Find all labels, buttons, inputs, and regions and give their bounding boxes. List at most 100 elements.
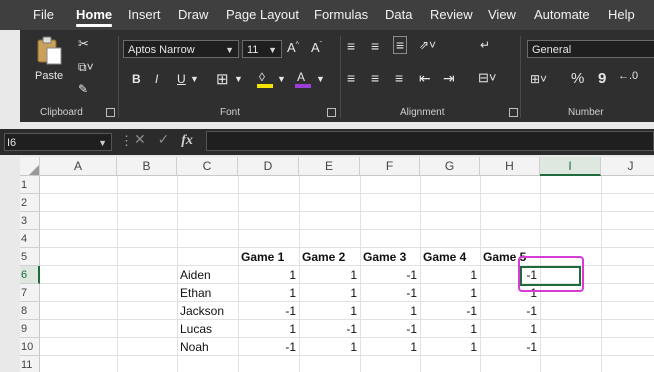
font-color-icon[interactable]: A — [294, 70, 312, 88]
align-middle-icon[interactable]: ≡ — [371, 38, 379, 54]
column-header-g[interactable]: G — [420, 157, 480, 176]
comma-style-button[interactable]: 9 — [598, 70, 606, 87]
chevron-down-icon[interactable]: ▼ — [316, 74, 325, 84]
bold-button[interactable]: B — [132, 72, 141, 86]
cell-d10[interactable]: -1 — [238, 338, 299, 356]
column-header-i[interactable]: I — [540, 157, 601, 176]
row-header-3[interactable]: 3 — [20, 212, 40, 230]
tab-home[interactable]: Home — [76, 7, 112, 22]
italic-button[interactable]: I — [155, 72, 158, 86]
cut-icon[interactable]: ✂ — [78, 36, 89, 52]
column-header-b[interactable]: B — [117, 157, 177, 176]
decrease-font-size-icon[interactable]: Aˇ — [311, 40, 322, 55]
cell-d9[interactable]: 1 — [238, 320, 299, 338]
alignment-launcher-icon[interactable] — [509, 108, 518, 117]
paste-button[interactable]: Paste — [32, 34, 66, 90]
tab-file[interactable]: File — [33, 7, 54, 22]
cell-g8[interactable]: -1 — [420, 302, 480, 320]
row-header-7[interactable]: 7 — [20, 284, 40, 302]
cell-g6[interactable]: 1 — [420, 266, 480, 284]
cell-h10[interactable]: -1 — [480, 338, 540, 356]
cell-d7[interactable]: 1 — [238, 284, 299, 302]
chevron-down-icon[interactable]: ▼ — [277, 74, 286, 84]
select-all-corner[interactable] — [20, 157, 40, 176]
fill-color-icon[interactable]: ◊ — [256, 70, 274, 88]
align-bottom-icon[interactable]: ≡ — [393, 36, 408, 54]
tab-view[interactable]: View — [488, 7, 516, 22]
cell-e10[interactable]: 1 — [299, 338, 360, 356]
tab-review[interactable]: Review — [430, 7, 473, 22]
column-header-d[interactable]: D — [238, 157, 299, 176]
cell-g10[interactable]: 1 — [420, 338, 480, 356]
row-header-2[interactable]: 2 — [20, 194, 40, 212]
cell-d5[interactable]: Game 1 — [238, 248, 299, 266]
cell-e5[interactable]: Game 2 — [299, 248, 360, 266]
tab-automate[interactable]: Automate — [534, 7, 590, 22]
cell-c8[interactable]: Jackson — [177, 302, 238, 320]
percent-style-button[interactable]: % — [571, 70, 584, 87]
font-launcher-icon[interactable] — [327, 108, 336, 117]
tab-page-layout[interactable]: Page Layout — [226, 7, 299, 22]
cell-h9[interactable]: 1 — [480, 320, 540, 338]
format-painter-icon[interactable]: ✎ — [78, 82, 88, 96]
cell-c6[interactable]: Aiden — [177, 266, 238, 284]
number-format-select[interactable]: General — [527, 40, 654, 58]
cell-h8[interactable]: -1 — [480, 302, 540, 320]
cell-g7[interactable]: 1 — [420, 284, 480, 302]
cell-f5[interactable]: Game 3 — [360, 248, 420, 266]
align-center-icon[interactable]: ≡ — [371, 70, 379, 86]
cell-c10[interactable]: Noah — [177, 338, 238, 356]
cell-f7[interactable]: -1 — [360, 284, 420, 302]
row-header-6[interactable]: 6 — [20, 266, 40, 284]
column-header-c[interactable]: C — [177, 157, 238, 176]
column-header-j[interactable]: J — [601, 157, 654, 176]
wrap-text-icon[interactable]: ↵ — [480, 38, 490, 52]
column-header-e[interactable]: E — [299, 157, 360, 176]
increase-font-size-icon[interactable]: A^ — [287, 40, 299, 55]
row-header-5[interactable]: 5 — [20, 248, 40, 266]
name-box[interactable]: I6 ▼ — [4, 133, 112, 151]
tab-draw[interactable]: Draw — [178, 7, 208, 22]
row-header-1[interactable]: 1 — [20, 176, 40, 194]
cell-f6[interactable]: -1 — [360, 266, 420, 284]
cell-f10[interactable]: 1 — [360, 338, 420, 356]
copy-icon[interactable]: ⧉˅ — [78, 60, 94, 75]
align-right-icon[interactable]: ≡ — [395, 70, 403, 86]
cell-e9[interactable]: -1 — [299, 320, 360, 338]
align-top-icon[interactable]: ≡ — [347, 38, 355, 54]
cell-e7[interactable]: 1 — [299, 284, 360, 302]
column-header-a[interactable]: A — [40, 157, 117, 176]
cell-g5[interactable]: Game 4 — [420, 248, 480, 266]
borders-icon[interactable]: ⊞ — [216, 70, 229, 88]
insert-function-button[interactable]: fx — [181, 133, 193, 148]
increase-indent-icon[interactable]: ⇥ — [443, 70, 455, 87]
more-options-icon[interactable]: ⋮ — [120, 133, 133, 149]
increase-decimal-icon[interactable]: ←.0 — [618, 70, 638, 82]
font-name-select[interactable]: Aptos Narrow ▼ — [123, 40, 239, 58]
cell-c7[interactable]: Ethan — [177, 284, 238, 302]
tab-help[interactable]: Help — [608, 7, 635, 22]
cell-g9[interactable]: 1 — [420, 320, 480, 338]
merge-center-icon[interactable]: ⊟˅ — [478, 70, 496, 86]
orientation-icon[interactable]: ⇗˅ — [419, 38, 436, 52]
row-header-9[interactable]: 9 — [20, 320, 40, 338]
formula-input[interactable] — [206, 131, 654, 151]
cell-d6[interactable]: 1 — [238, 266, 299, 284]
column-header-h[interactable]: H — [480, 157, 540, 176]
tab-insert[interactable]: Insert — [128, 7, 161, 22]
cell-e8[interactable]: 1 — [299, 302, 360, 320]
cell-d8[interactable]: -1 — [238, 302, 299, 320]
chevron-down-icon[interactable]: ▼ — [190, 74, 199, 84]
cell-e6[interactable]: 1 — [299, 266, 360, 284]
underline-button[interactable]: U — [177, 72, 186, 86]
decrease-indent-icon[interactable]: ⇤ — [419, 70, 431, 87]
enter-icon[interactable]: ✓ — [158, 131, 170, 147]
row-header-11[interactable]: 11 — [20, 356, 40, 372]
cell-f8[interactable]: 1 — [360, 302, 420, 320]
cell-c9[interactable]: Lucas — [177, 320, 238, 338]
cancel-icon[interactable]: ✕ — [134, 131, 146, 147]
font-size-select[interactable]: 11 ▼ — [242, 40, 282, 58]
accounting-format-icon[interactable]: ⊞˅ — [530, 72, 547, 86]
tab-data[interactable]: Data — [385, 7, 412, 22]
row-header-10[interactable]: 10 — [20, 338, 40, 356]
